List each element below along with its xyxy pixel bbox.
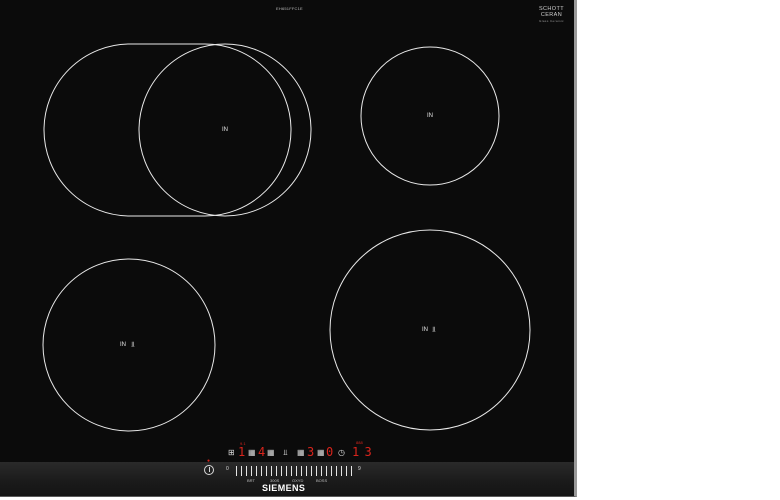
slider-tick[interactable]: [336, 466, 338, 476]
slider-tick[interactable]: [271, 466, 273, 476]
model-number: EH651FFC1E: [276, 6, 303, 11]
slider-tick[interactable]: [346, 466, 348, 476]
slider-tick[interactable]: [341, 466, 343, 476]
slider-tick[interactable]: [266, 466, 268, 476]
slider-tick[interactable]: [256, 466, 258, 476]
pan-icon[interactable]: ⫫: [283, 448, 288, 458]
slider-tick[interactable]: [326, 466, 328, 476]
slider-tick[interactable]: [306, 466, 308, 476]
front-left-zone-ring: [42, 258, 216, 432]
power-icon[interactable]: [204, 465, 214, 475]
slider-tick[interactable]: [286, 466, 288, 476]
flex-zone-outline: [43, 43, 292, 217]
pan-sensor-icon: ⫫: [432, 326, 436, 333]
slider-tick[interactable]: [311, 466, 313, 476]
grid-icon[interactable]: ▦: [297, 448, 305, 457]
slider-minus[interactable]: 0: [226, 466, 229, 472]
schott-ceran-badge: SCHOTT CERAN Glass Ceramic: [539, 6, 564, 24]
slider-label: BOSS: [316, 478, 328, 483]
zone-label-front-left: IN: [120, 342, 126, 348]
zone-display-b: 4: [258, 445, 265, 459]
slider-tick[interactable]: [236, 466, 238, 476]
zone-label-rear-left: IN: [222, 127, 228, 133]
grid-icon[interactable]: ▦: [267, 448, 275, 457]
slider-tick[interactable]: [241, 466, 243, 476]
timer-icon[interactable]: ◷: [338, 448, 345, 457]
badge-tagline: Glass Ceramic: [539, 19, 564, 23]
cooktop-surface: EH651FFC1E SCHOTT CERAN Glass Ceramic IN…: [0, 0, 577, 497]
slider-tick[interactable]: [281, 466, 283, 476]
slider-tick[interactable]: [301, 466, 303, 476]
child-lock-icon[interactable]: ⊞: [228, 448, 235, 457]
slider-tick[interactable]: [321, 466, 323, 476]
slider-tick[interactable]: [316, 466, 318, 476]
slider-tick[interactable]: [296, 466, 298, 476]
brand-logo: SIEMENS: [262, 483, 306, 493]
front-right-zone-ring: [329, 229, 531, 431]
grid-icon[interactable]: ▦: [248, 448, 256, 457]
zone-display-c: 3: [307, 445, 314, 459]
slider-label: BRT: [247, 478, 255, 483]
grid-icon[interactable]: ▦: [317, 448, 325, 457]
zone-display-d: 0: [326, 445, 333, 459]
slider-tick[interactable]: [251, 466, 253, 476]
slider-tick[interactable]: [261, 466, 263, 476]
timer-display: 1 3: [352, 445, 372, 459]
cooking-zones: [42, 43, 531, 432]
zone-display-a: 1: [238, 445, 245, 459]
slider-tick[interactable]: [331, 466, 333, 476]
pan-sensor-icon: ⫫: [131, 341, 135, 348]
slider-tick[interactable]: [351, 466, 353, 476]
slider-tick[interactable]: [291, 466, 293, 476]
zone-label-front-right: IN: [422, 327, 428, 333]
zone-label-rear-right: IN: [427, 113, 433, 119]
slider-tick[interactable]: [276, 466, 278, 476]
slider-tick[interactable]: [246, 466, 248, 476]
